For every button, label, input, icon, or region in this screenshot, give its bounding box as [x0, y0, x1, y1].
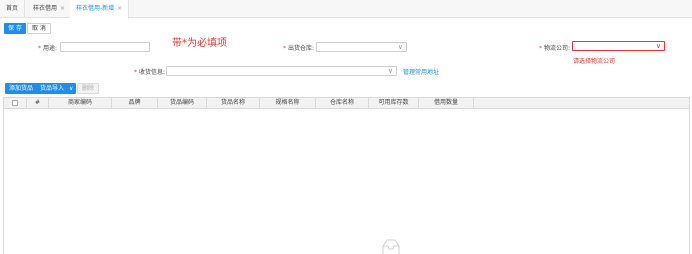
required-mark: * [539, 45, 542, 52]
tab-sample-borrow[interactable]: 样衣借用 × [27, 0, 73, 18]
receiver-label: * 收货信息: [134, 69, 166, 76]
goods-table: # 商家编码 品牌 货品编码 货品名称 规格名称 仓库名称 可用库存数 借用数量 [3, 97, 690, 254]
add-goods-button[interactable]: 添加货品 [5, 83, 38, 94]
empty-data-icon [382, 239, 400, 254]
column-header: 货品名称 [207, 98, 260, 108]
column-header: # [27, 98, 49, 108]
warehouse-label: * 出货仓库: [283, 45, 315, 52]
chevron-down-icon: ∨ [387, 67, 393, 75]
warehouse-select[interactable]: ∨ [316, 42, 407, 52]
required-mark: * [283, 45, 286, 52]
purpose-input[interactable] [60, 42, 150, 52]
logistics-label: * 物流公司: [539, 45, 571, 52]
delete-button[interactable]: 删除 [77, 83, 100, 94]
required-hint-annotation: 带*为必填项 [172, 38, 227, 49]
column-header: 可用库存数 [369, 98, 419, 108]
tab-home[interactable]: 首页 [0, 0, 26, 18]
table-header: # 商家编码 品牌 货品编码 货品名称 规格名称 仓库名称 可用库存数 借用数量 [4, 98, 689, 109]
import-goods-button[interactable]: 货品导入 ∨ [36, 83, 77, 94]
logistics-error-message: 请选择物流公司 [573, 58, 616, 65]
tab-label: 首页 [6, 5, 19, 12]
column-header: 品牌 [112, 98, 158, 108]
required-mark: * [38, 45, 41, 52]
save-button[interactable]: 保 存 [4, 23, 26, 34]
column-header: 规格名称 [260, 98, 316, 108]
chevron-down-icon: ∨ [68, 85, 74, 92]
close-icon[interactable]: × [117, 5, 122, 12]
column-header: 借用数量 [419, 98, 474, 108]
column-header: 货品编码 [158, 98, 207, 108]
chevron-down-icon: ∨ [397, 43, 403, 51]
receiver-select[interactable]: ∨ [166, 66, 397, 76]
tab-label: 样衣借用 [33, 5, 58, 12]
required-mark: * [134, 69, 137, 76]
manage-address-link[interactable]: 管理常用地址 [403, 67, 439, 76]
column-header: 仓库名称 [316, 98, 369, 108]
cancel-button[interactable]: 取 消 [27, 23, 51, 34]
chevron-down-icon: ∨ [655, 42, 661, 50]
close-icon[interactable]: × [60, 5, 65, 12]
import-goods-label: 货品导入 [40, 85, 65, 92]
select-all-cell [4, 98, 27, 108]
purpose-label: * 用途: [38, 45, 58, 52]
tab-sample-borrow-new[interactable]: 样衣借用-新增 × [70, 0, 130, 19]
logistics-select[interactable]: ∨ [572, 41, 665, 51]
column-header: 商家编码 [49, 98, 112, 108]
tab-label: 样衣借用-新增 [76, 5, 115, 12]
tab-bar: 首页 样衣借用 × 样衣借用-新增 × [0, 0, 692, 19]
select-all-checkbox[interactable] [12, 100, 18, 106]
